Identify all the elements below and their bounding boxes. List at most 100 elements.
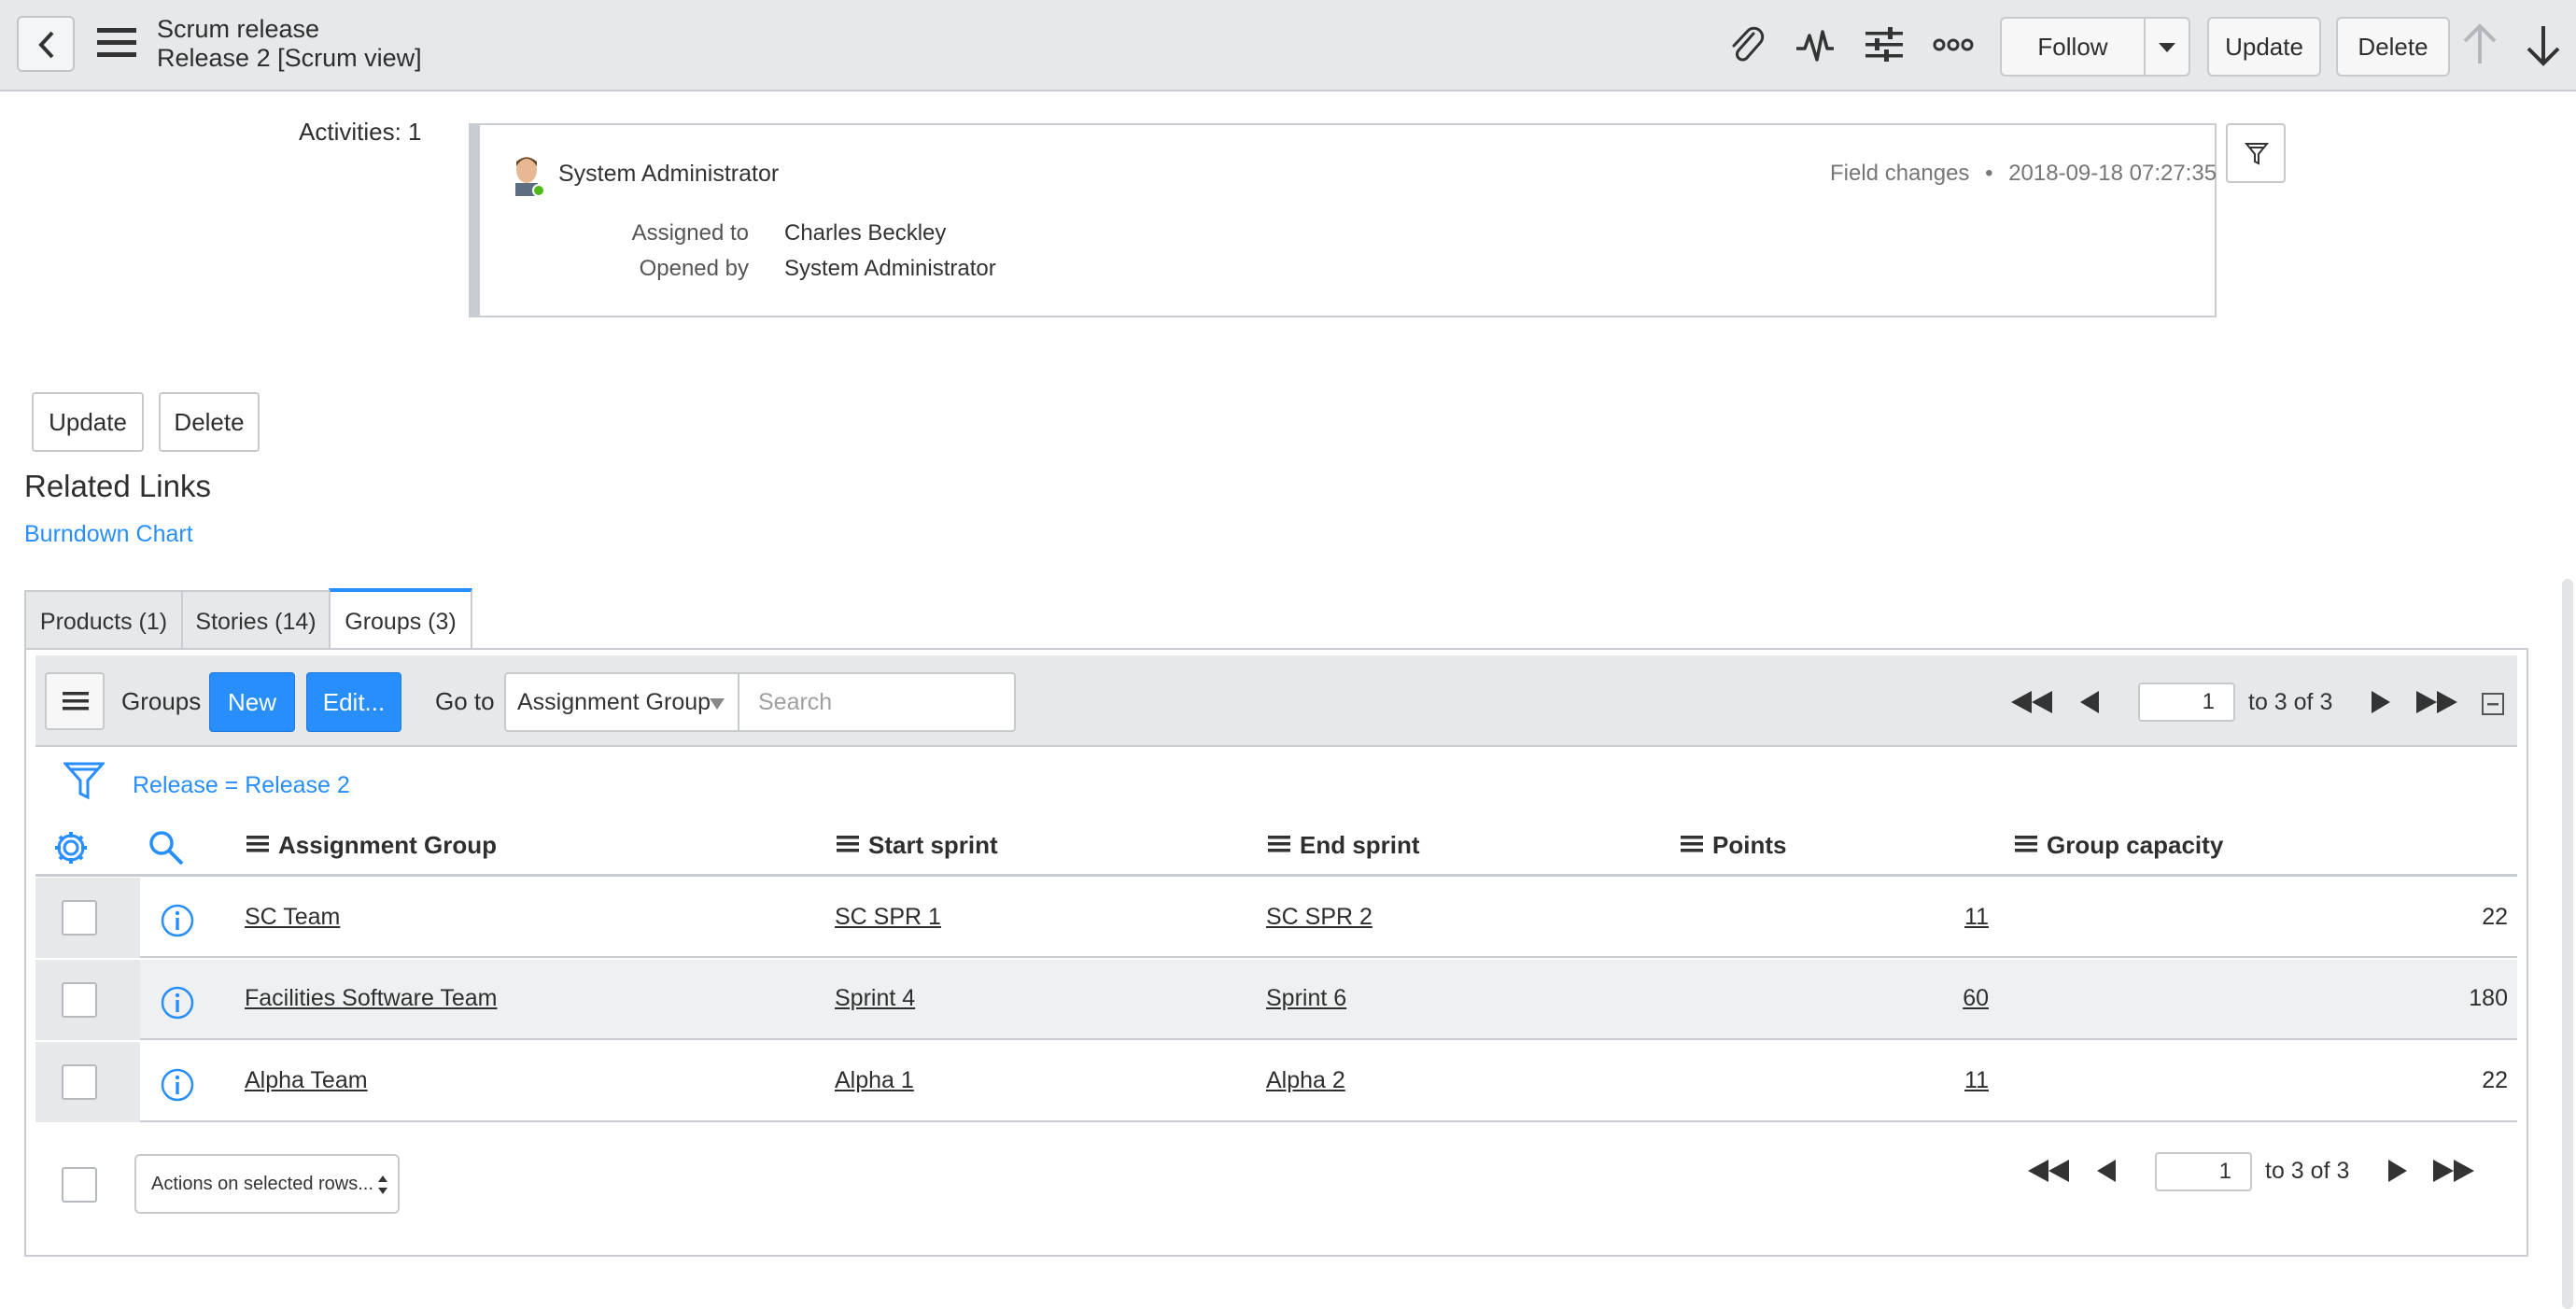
cell-assignment-group[interactable]: SC Team: [245, 904, 340, 931]
previous-page-icon[interactable]: [2095, 1158, 2118, 1184]
activity-type: Field changes: [1830, 161, 1970, 186]
cell-end-sprint[interactable]: Alpha 2: [1266, 1067, 1345, 1094]
field-label-assigned-to: Assigned to: [631, 220, 749, 246]
follow-dropdown-icon[interactable]: [2159, 43, 2175, 52]
first-page-icon[interactable]: [2026, 1158, 2071, 1184]
actions-on-selected-rows-select[interactable]: Actions on selected rows...: [134, 1154, 400, 1214]
select-updown-icon: [378, 1175, 387, 1194]
previous-record-icon[interactable]: [2461, 22, 2499, 67]
record-type-title: Scrum release: [157, 15, 320, 43]
cell-points[interactable]: 11: [1895, 1067, 1989, 1094]
more-options-icon[interactable]: [1933, 24, 1974, 65]
goto-label: Go to: [435, 687, 495, 715]
tab-products[interactable]: Products (1): [24, 590, 183, 650]
cell-assignment-group[interactable]: Alpha Team: [245, 1067, 368, 1094]
filter-breadcrumb[interactable]: Release = Release 2: [133, 772, 350, 799]
bottom-page-number-input[interactable]: [2155, 1152, 2252, 1191]
search-icon[interactable]: [148, 829, 185, 866]
cell-group-capacity: 180: [2469, 985, 2508, 1011]
first-page-icon[interactable]: [2009, 689, 2054, 715]
page-number-input[interactable]: [2138, 683, 2235, 722]
activity-filter-button[interactable]: [2226, 123, 2286, 183]
collapse-list-icon[interactable]: [2482, 693, 2504, 715]
cell-start-sprint[interactable]: SC SPR 1: [835, 904, 941, 931]
back-button[interactable]: [17, 16, 75, 72]
activity-timestamp: 2018-09-18 07:27:35: [2008, 161, 2217, 186]
avatar: [515, 157, 545, 196]
column-header-start-sprint[interactable]: Start sprint: [868, 831, 998, 860]
follow-split-button: Follow: [2000, 17, 2190, 77]
related-links-title: Related Links: [24, 469, 211, 503]
activity-meta: Field changes • 2018-09-18 07:27:35: [1830, 161, 2217, 187]
cell-group-capacity: 22: [2482, 1067, 2508, 1093]
hamburger-menu-icon[interactable]: [97, 26, 136, 60]
activity-user: System Administrator: [558, 161, 780, 187]
last-page-icon[interactable]: [2414, 689, 2459, 715]
list-settings-gear-icon[interactable]: [52, 829, 90, 866]
cell-end-sprint[interactable]: SC SPR 2: [1266, 904, 1372, 931]
list-menu-icon: [63, 692, 89, 711]
goto-field-value: Assignment Group: [517, 689, 711, 715]
info-icon[interactable]: [161, 1068, 194, 1102]
cell-group-capacity: 22: [2482, 904, 2508, 930]
column-header-end-sprint[interactable]: End sprint: [1300, 831, 1420, 860]
search-input[interactable]: [739, 672, 1016, 732]
personalize-form-icon[interactable]: [1864, 24, 1905, 65]
row-checkbox[interactable]: [62, 1064, 97, 1100]
dropdown-arrow-icon: [710, 698, 725, 710]
previous-page-icon[interactable]: [2078, 689, 2101, 715]
delete-button[interactable]: Delete: [2336, 17, 2450, 77]
goto-field-select[interactable]: Assignment Group: [504, 672, 739, 732]
column-header-assignment-group[interactable]: Assignment Group: [278, 831, 497, 860]
row-checkbox[interactable]: [62, 900, 97, 936]
list-menu-button[interactable]: [45, 672, 105, 730]
page-range-text: to 3 of 3: [2248, 689, 2333, 715]
cell-points[interactable]: 60: [1895, 985, 1989, 1012]
cell-assignment-group[interactable]: Facilities Software Team: [245, 985, 497, 1012]
column-menu-icon[interactable]: [246, 834, 269, 854]
column-menu-icon[interactable]: [1268, 834, 1290, 854]
record-subtitle: Release 2 [Scrum view]: [157, 44, 422, 72]
bottom-page-range-text: to 3 of 3: [2265, 1158, 2350, 1184]
column-header-points[interactable]: Points: [1712, 831, 1786, 860]
info-icon[interactable]: [161, 904, 194, 937]
last-page-icon[interactable]: [2431, 1158, 2476, 1184]
list-title: Groups: [121, 687, 202, 715]
tab-stories[interactable]: Stories (14): [181, 590, 331, 650]
select-all-checkbox[interactable]: [62, 1167, 97, 1203]
next-page-icon[interactable]: [2386, 1158, 2409, 1184]
next-page-icon[interactable]: [2370, 689, 2392, 715]
cell-start-sprint[interactable]: Sprint 4: [835, 985, 915, 1012]
next-record-icon[interactable]: [2525, 22, 2562, 67]
cell-end-sprint[interactable]: Sprint 6: [1266, 985, 1346, 1012]
follow-button[interactable]: Follow: [2002, 19, 2146, 75]
edit-button[interactable]: Edit...: [306, 672, 401, 732]
form-update-button[interactable]: Update: [32, 392, 144, 452]
form-delete-button[interactable]: Delete: [159, 392, 260, 452]
filter-icon: [2245, 143, 2269, 165]
cell-start-sprint[interactable]: Alpha 1: [835, 1067, 914, 1094]
activity-separator: •: [1985, 161, 1993, 186]
column-header-group-capacity[interactable]: Group capacity: [2047, 831, 2223, 860]
column-menu-icon[interactable]: [1681, 834, 1703, 854]
row-checkbox[interactable]: [62, 982, 97, 1018]
actions-select-label: Actions on selected rows...: [151, 1174, 373, 1194]
update-button[interactable]: Update: [2207, 17, 2321, 77]
cell-points[interactable]: 11: [1895, 904, 1989, 931]
field-label-opened-by: Opened by: [639, 256, 749, 281]
scrollbar[interactable]: [2562, 579, 2573, 1309]
field-value-assigned-to: Charles Beckley: [784, 220, 947, 246]
column-menu-icon[interactable]: [2015, 834, 2037, 854]
activity-stream-icon[interactable]: [1795, 24, 1836, 65]
field-value-opened-by: System Administrator: [784, 256, 996, 281]
burndown-chart-link[interactable]: Burndown Chart: [24, 521, 193, 548]
filter-toggle-icon[interactable]: [63, 760, 105, 803]
column-menu-icon[interactable]: [837, 834, 859, 854]
activities-count: Activities: 1: [299, 118, 422, 146]
paperclip-icon[interactable]: [1725, 24, 1767, 65]
header-divider: [35, 874, 2517, 877]
info-icon[interactable]: [161, 986, 194, 1020]
tab-groups[interactable]: Groups (3): [329, 588, 472, 650]
new-button[interactable]: New: [209, 672, 295, 732]
chevron-left-icon: [38, 31, 54, 59]
